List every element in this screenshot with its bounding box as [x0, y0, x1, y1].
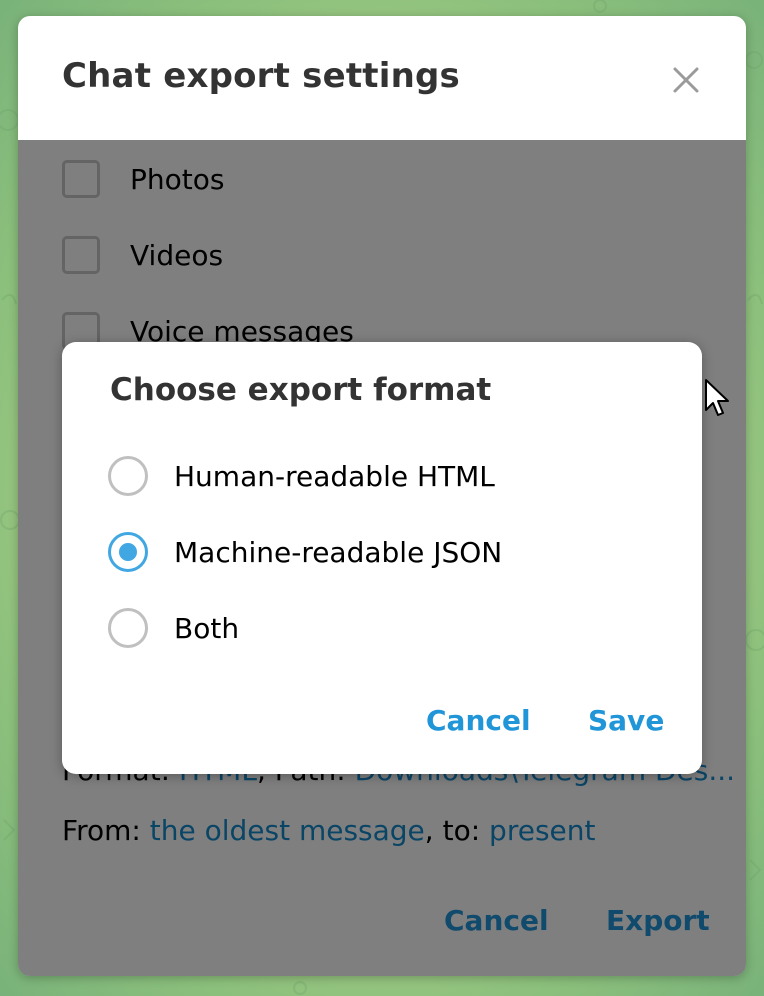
radio-button-json[interactable] — [108, 532, 148, 572]
dialog-title: Chat export settings — [62, 56, 460, 96]
mouse-pointer-icon — [705, 379, 729, 416]
dialog-header: Chat export settings — [18, 16, 746, 140]
close-button[interactable] — [666, 60, 706, 100]
close-icon — [673, 67, 699, 93]
popup-title: Choose export format — [110, 372, 492, 408]
popup-save-button[interactable]: Save — [588, 704, 664, 737]
radio-button-both[interactable] — [108, 608, 148, 648]
radio-option-both[interactable]: Both — [108, 606, 239, 650]
radio-button-html[interactable] — [108, 456, 148, 496]
export-format-popup: Choose export format Human-readable HTML… — [62, 342, 702, 774]
radio-selected-dot — [119, 543, 137, 561]
popup-cancel-button[interactable]: Cancel — [426, 704, 531, 737]
radio-label: Machine-readable JSON — [174, 535, 503, 569]
radio-option-json[interactable]: Machine-readable JSON — [108, 530, 502, 574]
radio-label: Both — [174, 611, 240, 645]
radio-label: Human-readable HTML — [174, 459, 495, 493]
radio-option-html[interactable]: Human-readable HTML — [108, 454, 495, 498]
